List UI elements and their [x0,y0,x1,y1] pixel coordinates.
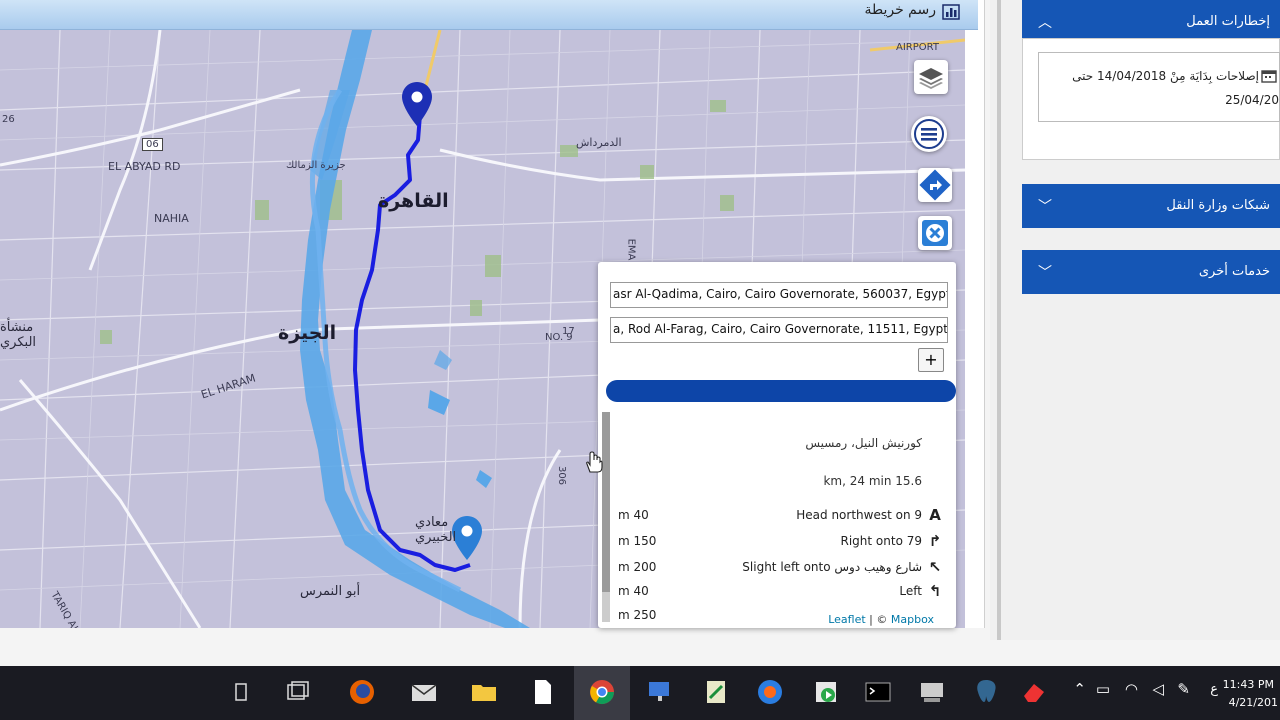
routing-panel: asr Al-Qadima, Cairo, Cairo Governorate,… [598,262,956,628]
close-icon [922,220,948,246]
chevron-up-icon: ︿ [1038,15,1052,31]
map-label-cairo: القاهرة [378,190,449,212]
wifi-icon[interactable]: ◠ [1125,680,1138,698]
route-name: كورنيش النيل، رمسيس [805,436,922,450]
map-label-abu-el-nomros: أبو النمرس [300,584,361,599]
map-panel-header: رسم خريطة [0,0,978,30]
directions-icon [919,169,951,201]
search-icon[interactable] [226,676,258,708]
clock-date[interactable]: 4/21/201 [1229,696,1278,709]
map-label-el-abyad-rd: EL ABYAD RD [108,160,181,173]
hand-cursor-icon [586,451,603,473]
turn-right-icon: ↱ [928,532,942,550]
taskbar: ⌃ ▭ ◠ ◁ ✎ ع 11:43 PM 4/21/201 [0,666,1280,720]
instruction-row[interactable]: Head northwest on 9 A m 40 [618,506,948,528]
browser-app-icon[interactable] [754,676,786,708]
accordion-ministry-networks[interactable]: ﹀ شبكات وزارة النقل [1022,184,1280,228]
sidebar-scrollbar[interactable] [997,0,1001,640]
mail-icon[interactable] [408,676,440,708]
accordion-title: إخطارات العمل [1186,14,1270,29]
add-waypoint-button[interactable]: + [918,348,944,372]
accordion-other-services[interactable]: ﹀ خدمات أخرى [1022,250,1280,294]
instruction-distance: m 250 [618,608,657,622]
map-label-26: 26 [2,114,15,125]
language-indicator[interactable]: ع [1210,682,1218,697]
map-panel-title: رسم خريطة [864,2,936,18]
instruction-text: Left [899,584,922,598]
calendar-icon [1261,70,1277,83]
battery-icon[interactable]: ▭ [1096,680,1110,698]
map-label-giza: الجيزة [278,322,337,344]
map-label-ema: EMA [625,238,637,261]
chevron-down-icon: ﹀ [1038,265,1052,281]
instruction-text: Head northwest on 9 [796,508,922,522]
slight-left-icon: ↖ [928,558,942,576]
instructions-scrollbar-thumb[interactable] [602,412,610,592]
road-shield-06: 06 [142,138,163,151]
attribution-separator: | © [865,613,891,626]
accordion-title: خدمات أخرى [1198,264,1270,279]
postgres-icon[interactable] [970,676,1002,708]
route-alternative-bar[interactable] [606,380,956,402]
map-attribution: Leaflet | © Mapbox [828,613,934,626]
instruction-distance: m 150 [618,534,657,548]
menu-button[interactable] [911,116,947,152]
layers-button[interactable] [914,60,948,94]
map-label-17: 17 [562,326,575,337]
clear-route-button[interactable] [918,216,952,250]
clock-time[interactable]: 11:43 PM [1223,678,1274,691]
route-start-input[interactable]: asr Al-Qadima, Cairo, Cairo Governorate,… [610,282,948,308]
instruction-row[interactable]: Left ↰ m 40 [618,582,948,604]
route-end-input[interactable]: a, Rod Al-Farag, Cairo, Cairo Governorat… [610,317,948,343]
map-label-maadi: معادي الخبيري [415,515,457,545]
volume-icon[interactable]: ◁ [1152,680,1164,698]
map-panel: رسم خريطة القاهرة الجيزة منشأة البكري مع… [0,0,985,628]
instruction-row[interactable]: Right onto 79 ↱ m 150 [618,532,948,554]
notification-text: إصلاحات بِدَايَة مِنْ 14/04/2018 حتى [1072,69,1259,83]
notification-card[interactable]: إصلاحات بِدَايَة مِنْ 14/04/2018 حتى 25/… [1038,52,1280,122]
chevron-down-icon: ﹀ [1038,199,1052,215]
layers-icon [919,68,943,89]
start-marker-icon: A [929,506,941,524]
instruction-row[interactable]: Slight left onto شارع وهيب دوس ↖ m 200 [618,558,948,580]
terminal-icon[interactable] [862,676,894,708]
route-summary: km, 24 min 15.6 [823,474,922,488]
desktop: رسم خريطة القاهرة الجيزة منشأة البكري مع… [0,0,1280,720]
eraser-app-icon[interactable] [1018,676,1050,708]
map-label-demerdash: الدمرداش [576,136,622,149]
file-explorer-icon[interactable] [468,676,500,708]
chrome-icon[interactable] [586,676,618,708]
mapbox-link[interactable]: Mapbox [891,613,934,626]
map-label-nahia: NAHIA [154,212,189,225]
system-tray: ⌃ ▭ ◠ ◁ ✎ ع 11:43 PM 4/21/201 [1060,666,1280,720]
notepad-app-icon[interactable] [700,676,732,708]
pen-icon[interactable]: ✎ [1177,680,1190,698]
map-label-zamalek: جزيرة الزمالك [286,160,346,171]
map-label-airport: AIRPORT [896,42,939,53]
chevron-up-icon[interactable]: ⌃ [1073,680,1086,698]
accordion-title: شبكات وزارة النقل [1166,198,1270,213]
instruction-distance: m 40 [618,508,649,522]
instruction-distance: m 200 [618,560,657,574]
document-icon[interactable] [526,676,558,708]
directions-button[interactable] [918,168,952,202]
turn-left-icon: ↰ [928,582,942,600]
instruction-text: Slight left onto شارع وهيب دوس [742,560,922,574]
start-pin-icon[interactable] [400,80,434,128]
instruction-text: Right onto 79 [840,534,923,548]
leaflet-link[interactable]: Leaflet [828,613,865,626]
map-label-306: 306 [556,465,568,486]
accordion-notifications[interactable]: ︿ إخطارات العمل [1022,0,1280,38]
hamburger-menu-icon [914,119,944,149]
task-view-icon[interactable] [282,676,314,708]
monitor-app-icon[interactable] [644,676,676,708]
bar-chart-icon [942,4,960,20]
network-app-icon[interactable] [916,676,948,708]
map-label-manshat-bakry: منشأة البكري [0,320,37,350]
notification-end-date: 25/04/20 [1225,93,1279,107]
media-app-icon[interactable] [810,676,842,708]
instruction-distance: m 40 [618,584,649,598]
firefox-icon[interactable] [346,676,378,708]
